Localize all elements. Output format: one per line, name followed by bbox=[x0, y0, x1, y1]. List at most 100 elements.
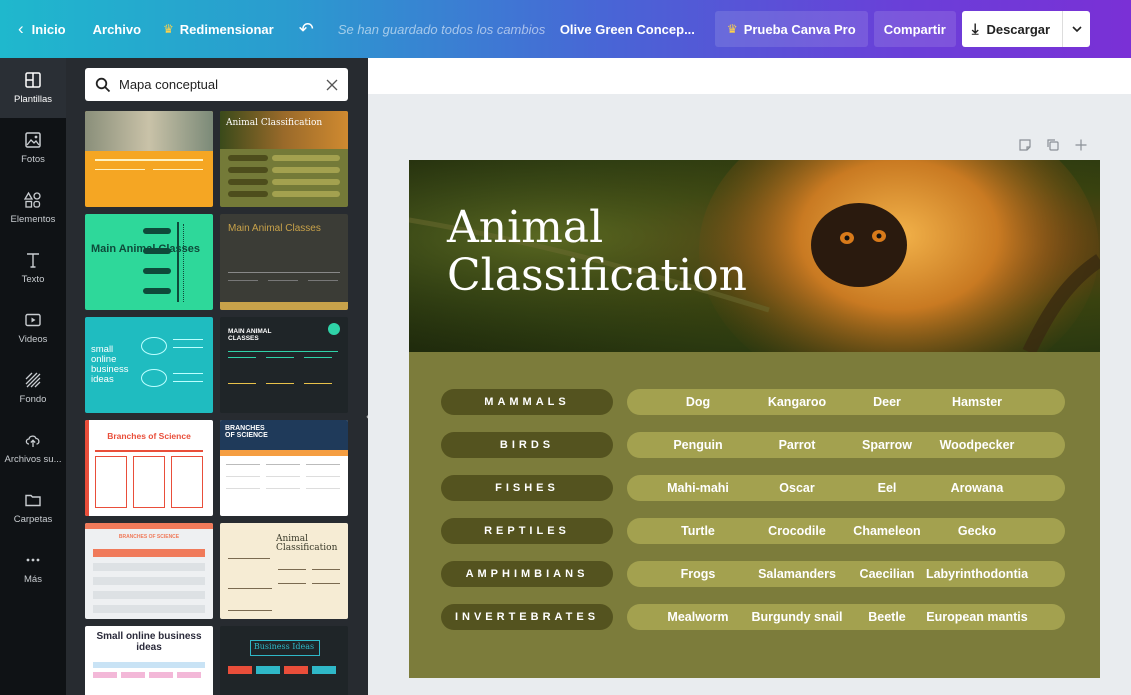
classification-row: AMPHIMBIANS Frogs Salamanders Caecilian Laby… bbox=[441, 561, 1065, 587]
template-thumbnail[interactable]: Animal Classification bbox=[220, 111, 348, 207]
category-pill[interactable]: MAMMALS bbox=[441, 389, 613, 415]
rail-item-uploads[interactable]: Archivos su... bbox=[0, 418, 66, 478]
rail-item-videos[interactable]: Videos bbox=[0, 298, 66, 358]
category-pill[interactable]: REPTILES bbox=[441, 518, 613, 544]
template-thumbnail[interactable]: BRANCHES OF SCIENCE bbox=[220, 420, 348, 516]
resize-label: Redimensionar bbox=[179, 21, 274, 37]
template-thumbnail[interactable]: Branches of Science bbox=[85, 420, 213, 516]
template-title: Branches of Science bbox=[107, 431, 191, 441]
try-pro-label: Prueba Canva Pro bbox=[743, 21, 856, 37]
items-pill[interactable]: Dog Kangaroo Deer Hamster bbox=[627, 389, 1065, 415]
rail-item-folders[interactable]: Carpetas bbox=[0, 478, 66, 538]
item-label: Penguin bbox=[673, 438, 723, 452]
template-title: Animal Classification bbox=[276, 534, 338, 554]
classification-row: FISHES Mahi-mahi Oscar Eel Arowana bbox=[441, 475, 1065, 501]
item-label: Sparrow bbox=[861, 438, 912, 452]
items-pill[interactable]: Frogs Salamanders Caecilian Labyrinthodonti… bbox=[627, 561, 1065, 587]
save-status: Se han guardado todos los cambios bbox=[337, 21, 546, 37]
download-button[interactable]: ⤓ Descargar bbox=[961, 11, 1063, 47]
template-thumbnail[interactable] bbox=[85, 111, 213, 207]
upload-icon bbox=[24, 431, 42, 449]
item-label: Woodpecker bbox=[939, 438, 1015, 452]
item-label: Deer bbox=[873, 395, 901, 409]
item-label: Turtle bbox=[681, 524, 715, 538]
template-title: Main Animal Classes bbox=[228, 223, 321, 234]
template-thumbnail[interactable]: Business Ideas bbox=[220, 626, 348, 695]
design-title-line-1: Animal bbox=[447, 202, 604, 253]
category-pill[interactable]: BIRDS bbox=[441, 432, 613, 458]
download-options-button[interactable] bbox=[1062, 11, 1091, 47]
rail-item-templates[interactable]: Plantillas bbox=[0, 58, 66, 118]
rail-item-text[interactable]: Texto bbox=[0, 238, 66, 298]
template-thumbnail[interactable]: Small online business ideas bbox=[85, 626, 213, 695]
classification-row: REPTILES Turtle Crocodile Chameleon Gecko bbox=[441, 518, 1065, 544]
home-label: Inicio bbox=[31, 21, 66, 37]
rail-label: Carpetas bbox=[13, 514, 53, 525]
template-title: Small online business ideas bbox=[96, 631, 202, 653]
classification-row: MAMMALS Dog Kangaroo Deer Hamster bbox=[441, 389, 1065, 415]
download-label: Descargar bbox=[986, 21, 1051, 37]
rail-item-photos[interactable]: Fotos bbox=[0, 118, 66, 178]
video-icon bbox=[24, 311, 42, 329]
share-button[interactable]: Compartir bbox=[873, 11, 956, 47]
template-title: Business Ideas bbox=[253, 642, 315, 651]
item-label: Kangaroo bbox=[767, 395, 827, 409]
template-thumbnail[interactable]: small online business ideas bbox=[85, 317, 213, 413]
template-search bbox=[85, 68, 348, 101]
rail-item-more[interactable]: Más bbox=[0, 538, 66, 598]
item-label: Gecko bbox=[957, 524, 997, 538]
chevron-down-icon bbox=[1071, 26, 1082, 33]
left-rail: Plantillas Fotos Elementos Texto Videos … bbox=[0, 58, 66, 695]
template-thumbnail[interactable]: Main Animal Classes bbox=[220, 214, 348, 310]
category-pill[interactable]: AMPHIMBIANS bbox=[441, 561, 613, 587]
template-thumbnail[interactable]: Animal Classification bbox=[220, 523, 348, 619]
template-thumbnail[interactable]: Main Animal Classes bbox=[85, 214, 213, 310]
item-label: Caecilian bbox=[859, 567, 915, 581]
items-pill[interactable]: Mealworm Burgundy snail Beetle European man… bbox=[627, 604, 1065, 630]
item-label: Labyrinthodontia bbox=[925, 567, 1029, 581]
template-thumbnail[interactable]: BRANCHES OF SCIENCE bbox=[85, 523, 213, 619]
rail-item-elements[interactable]: Elementos bbox=[0, 178, 66, 238]
resize-button[interactable]: ♛ Redimensionar bbox=[152, 0, 285, 58]
home-button[interactable]: ‹ Inicio bbox=[0, 0, 82, 58]
rail-item-background[interactable]: Fondo bbox=[0, 358, 66, 418]
item-label: Parrot bbox=[778, 438, 816, 452]
category-pill[interactable]: INVERTEBRATES bbox=[441, 604, 613, 630]
elements-icon bbox=[24, 191, 42, 209]
file-menu[interactable]: Archivo bbox=[82, 0, 152, 58]
canvas-header bbox=[368, 58, 1131, 94]
try-pro-button[interactable]: ♛ Prueba Canva Pro bbox=[714, 11, 868, 47]
search-input[interactable] bbox=[119, 77, 326, 92]
item-label: Burgundy snail bbox=[751, 610, 843, 624]
background-icon bbox=[24, 371, 42, 389]
photos-icon bbox=[24, 131, 42, 149]
design-page[interactable]: Animal Classification MAMMALS Dog Kangaroo… bbox=[409, 160, 1100, 678]
duplicate-page-icon[interactable] bbox=[1046, 138, 1060, 152]
item-label: Salamanders bbox=[758, 567, 836, 581]
category-pill[interactable]: FISHES bbox=[441, 475, 613, 501]
close-icon[interactable] bbox=[326, 79, 338, 91]
template-thumbnail[interactable]: MAIN ANIMAL CLASSES bbox=[220, 317, 348, 413]
rail-label: Fondo bbox=[19, 394, 47, 405]
items-pill[interactable]: Penguin Parrot Sparrow Woodpecker bbox=[627, 432, 1065, 458]
share-label: Compartir bbox=[883, 21, 946, 37]
document-title[interactable]: Olive Green Concep... bbox=[560, 0, 715, 58]
item-label: Dog bbox=[685, 395, 711, 409]
item-label: Crocodile bbox=[768, 524, 826, 538]
item-label: Eel bbox=[877, 481, 897, 495]
item-label: Chameleon bbox=[853, 524, 921, 538]
add-page-icon[interactable] bbox=[1074, 138, 1088, 152]
templates-icon bbox=[24, 71, 42, 89]
undo-button[interactable]: ↶ bbox=[285, 0, 328, 58]
search-icon bbox=[95, 77, 111, 92]
rail-label: Texto bbox=[21, 274, 45, 285]
rail-label: Videos bbox=[18, 334, 48, 345]
templates-panel: Animal Classification Main Animal Classe… bbox=[66, 58, 368, 695]
rail-label: Elementos bbox=[10, 214, 56, 225]
item-label: Mahi-mahi bbox=[667, 481, 729, 495]
items-pill[interactable]: Mahi-mahi Oscar Eel Arowana bbox=[627, 475, 1065, 501]
note-icon[interactable] bbox=[1018, 138, 1032, 152]
top-toolbar: ‹ Inicio Archivo ♛ Redimensionar ↶ Se ha… bbox=[0, 0, 1131, 58]
items-pill[interactable]: Turtle Crocodile Chameleon Gecko bbox=[627, 518, 1065, 544]
design-title[interactable]: Animal Classification bbox=[447, 204, 747, 300]
